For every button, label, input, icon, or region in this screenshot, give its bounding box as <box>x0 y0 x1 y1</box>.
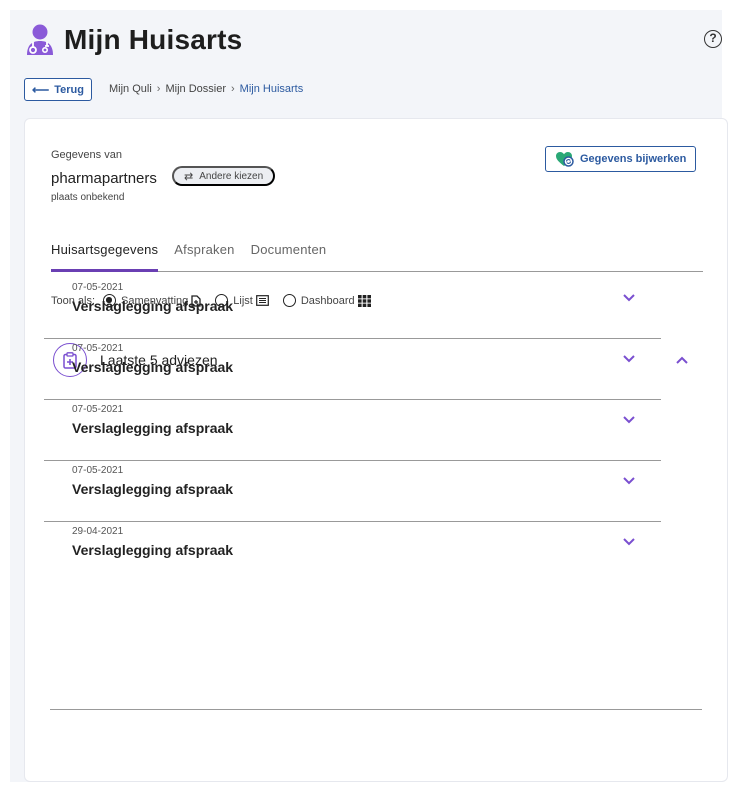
chevron-down-icon[interactable] <box>622 534 636 548</box>
advice-date: 07-05-2021 <box>72 282 124 293</box>
arrow-left-icon: ⟵ <box>32 82 50 97</box>
advice-date: 07-05-2021 <box>72 465 124 476</box>
page-title: Mijn Huisarts <box>64 24 243 55</box>
list-item[interactable]: 07-05-2021 Verslaglegging afspraak <box>44 461 661 522</box>
chevron-down-icon[interactable] <box>622 412 636 426</box>
chevron-up-icon[interactable] <box>675 353 689 367</box>
bottom-divider <box>50 709 702 710</box>
data-of-label: Gegevens van <box>51 149 122 161</box>
advice-title: Verslaglegging afspraak <box>72 481 234 497</box>
advice-list: 07-05-2021 Verslaglegging afspraak 07-05… <box>44 278 661 583</box>
back-button[interactable]: ⟵ Terug <box>24 78 92 101</box>
tab-bar: Huisartsgegevens Afspraken Documenten <box>51 239 703 272</box>
chevron-right-icon: › <box>230 83 235 95</box>
chevron-down-icon[interactable] <box>622 290 636 304</box>
breadcrumb-mijn-dossier[interactable]: Mijn Dossier <box>165 83 226 95</box>
advice-date: 29-04-2021 <box>72 526 124 537</box>
practice-location: plaats onbekend <box>51 192 125 203</box>
list-item[interactable]: 07-05-2021 Verslaglegging afspraak <box>44 400 661 461</box>
chevron-right-icon: › <box>156 83 161 95</box>
advice-title: Verslaglegging afspraak <box>72 420 234 436</box>
update-data-button[interactable]: Gegevens bijwerken <box>545 146 697 172</box>
tab-documenten[interactable]: Documenten <box>251 239 327 272</box>
chevron-down-icon[interactable] <box>622 473 636 487</box>
heart-sync-icon <box>556 152 574 167</box>
list-item[interactable]: 29-04-2021 Verslaglegging afspraak <box>44 522 661 583</box>
advice-title: Verslaglegging afspraak <box>72 298 234 314</box>
list-item[interactable]: 07-05-2021 Verslaglegging afspraak <box>44 339 661 400</box>
list-item[interactable]: 07-05-2021 Verslaglegging afspraak <box>44 278 661 339</box>
advice-date: 07-05-2021 <box>72 343 124 354</box>
breadcrumb-mijn-huisarts: Mijn Huisarts <box>239 83 304 95</box>
help-icon[interactable]: ? <box>704 30 722 48</box>
practice-name: pharmapartners <box>51 170 157 187</box>
back-label: Terug <box>54 83 84 96</box>
tab-afspraken[interactable]: Afspraken <box>174 239 234 272</box>
advice-title: Verslaglegging afspraak <box>72 359 234 375</box>
breadcrumb: Mijn Quli › Mijn Dossier › Mijn Huisarts <box>109 83 303 95</box>
breadcrumb-mijn-quli[interactable]: Mijn Quli <box>109 83 152 95</box>
chevron-down-icon[interactable] <box>622 351 636 365</box>
swap-arrows-icon: ⇄ <box>184 170 194 183</box>
tab-huisartsgegevens[interactable]: Huisartsgegevens <box>51 239 159 272</box>
choose-other-button[interactable]: ⇄ Andere kiezen <box>172 166 276 186</box>
page-header: Mijn Huisarts <box>24 24 242 56</box>
update-data-label: Gegevens bijwerken <box>580 153 687 165</box>
advice-title: Verslaglegging afspraak <box>72 542 234 558</box>
choose-other-label: Andere kiezen <box>199 170 264 182</box>
advice-date: 07-05-2021 <box>72 404 124 415</box>
doctor-icon <box>27 24 53 55</box>
